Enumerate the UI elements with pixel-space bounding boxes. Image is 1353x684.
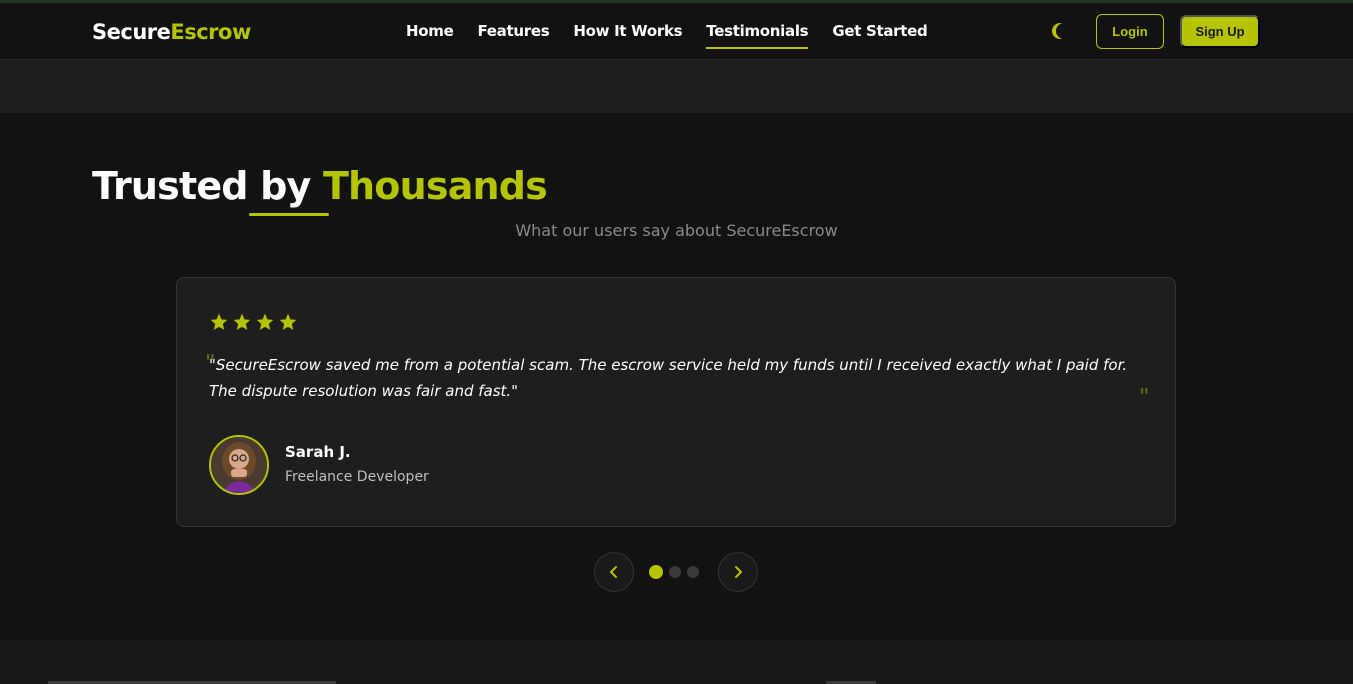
carousel-prev-button[interactable] (594, 552, 634, 592)
logo[interactable]: SecureEscrow (92, 20, 251, 44)
next-section-band (0, 640, 1353, 684)
carousel-dot-1[interactable] (649, 565, 663, 579)
title-underline (249, 213, 329, 216)
title-part-thousands: Thousands (322, 164, 548, 208)
avatar (209, 435, 269, 495)
chevron-right-icon (735, 566, 742, 578)
section-subtitle: What our users say about SecureEscrow (515, 221, 838, 240)
carousel-dot-3[interactable] (687, 566, 699, 578)
author-name: Sarah J. (285, 443, 351, 461)
carousel-dot-2[interactable] (669, 566, 681, 578)
logo-part-secure: Secure (92, 20, 171, 44)
nav-how-it-works[interactable]: How It Works (573, 22, 682, 40)
star-icon (233, 313, 251, 330)
carousel-dots (649, 565, 699, 579)
testimonial-card: " "SecureEscrow saved me from a potentia… (176, 277, 1176, 527)
moon-icon[interactable] (1056, 23, 1072, 39)
nav-home[interactable]: Home (406, 22, 454, 40)
star-icon (210, 313, 228, 330)
signup-button[interactable]: Sign Up (1180, 15, 1260, 48)
header-band (0, 60, 1353, 113)
testimonial-quote: "SecureEscrow saved me from a potential … (209, 356, 1128, 400)
nav-features[interactable]: Features (477, 22, 549, 40)
section-title: Trusted by Thousands (92, 164, 548, 208)
navbar: SecureEscrow Home Features How It Works … (0, 3, 1353, 60)
nav-testimonials[interactable]: Testimonials (706, 22, 809, 49)
chevron-left-icon (610, 566, 617, 578)
login-button[interactable]: Login (1096, 14, 1164, 49)
title-part-trusted: Trusted by (92, 164, 323, 208)
author-role: Freelance Developer (285, 469, 429, 485)
star-icon (256, 313, 274, 330)
rating-stars (209, 312, 298, 332)
nav-links: Home Features How It Works Testimonials … (406, 22, 928, 49)
nav-get-started[interactable]: Get Started (832, 22, 927, 40)
star-icon (279, 313, 297, 330)
carousel-next-button[interactable] (718, 552, 758, 592)
avatar-portrait (211, 437, 267, 493)
logo-part-escrow: Escrow (170, 20, 251, 44)
quote-close-mark: " (1139, 384, 1150, 408)
